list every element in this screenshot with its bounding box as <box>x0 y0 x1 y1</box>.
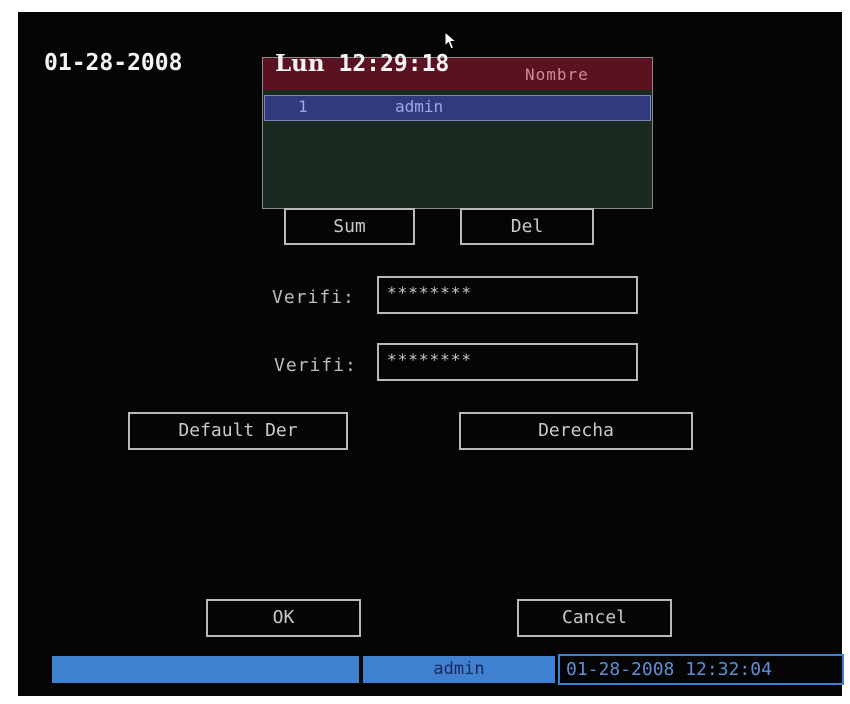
verify-password-label: Verifi: <box>274 355 357 376</box>
osd-time: 12:29:18 <box>338 51 450 77</box>
user-row-index: 1 <box>298 97 308 116</box>
cancel-button[interactable]: Cancel <box>517 599 672 637</box>
osd-day-time: Lun 12:29:18 <box>275 50 449 77</box>
user-list-row[interactable]: 1 admin <box>264 95 651 121</box>
add-user-button[interactable]: Sum <box>284 208 415 245</box>
default-rights-button[interactable]: Default Der <box>128 412 348 450</box>
osd-date: 01-28-2008 <box>44 50 183 76</box>
password-label: Verifi: <box>272 287 355 308</box>
status-bar-user: admin <box>363 656 555 683</box>
status-bar-datetime: 01-28-2008 12:32:04 <box>558 654 844 685</box>
user-list-header-label: Nombre <box>525 65 589 84</box>
mouse-pointer-icon <box>444 31 458 50</box>
user-row-name: admin <box>395 97 444 116</box>
dvr-screen: 01-28-2008 Nombre 1 admin Lun 12:29:18 S… <box>18 12 844 696</box>
status-bar-left <box>52 656 359 683</box>
password-field[interactable]: ******** <box>377 276 638 314</box>
ok-button[interactable]: OK <box>206 599 361 637</box>
osd-day: Lun <box>275 50 325 77</box>
delete-user-button[interactable]: Del <box>460 208 594 245</box>
user-list-panel[interactable]: Nombre 1 admin <box>262 57 653 209</box>
verify-password-field[interactable]: ******** <box>377 343 638 381</box>
rights-button[interactable]: Derecha <box>459 412 693 450</box>
